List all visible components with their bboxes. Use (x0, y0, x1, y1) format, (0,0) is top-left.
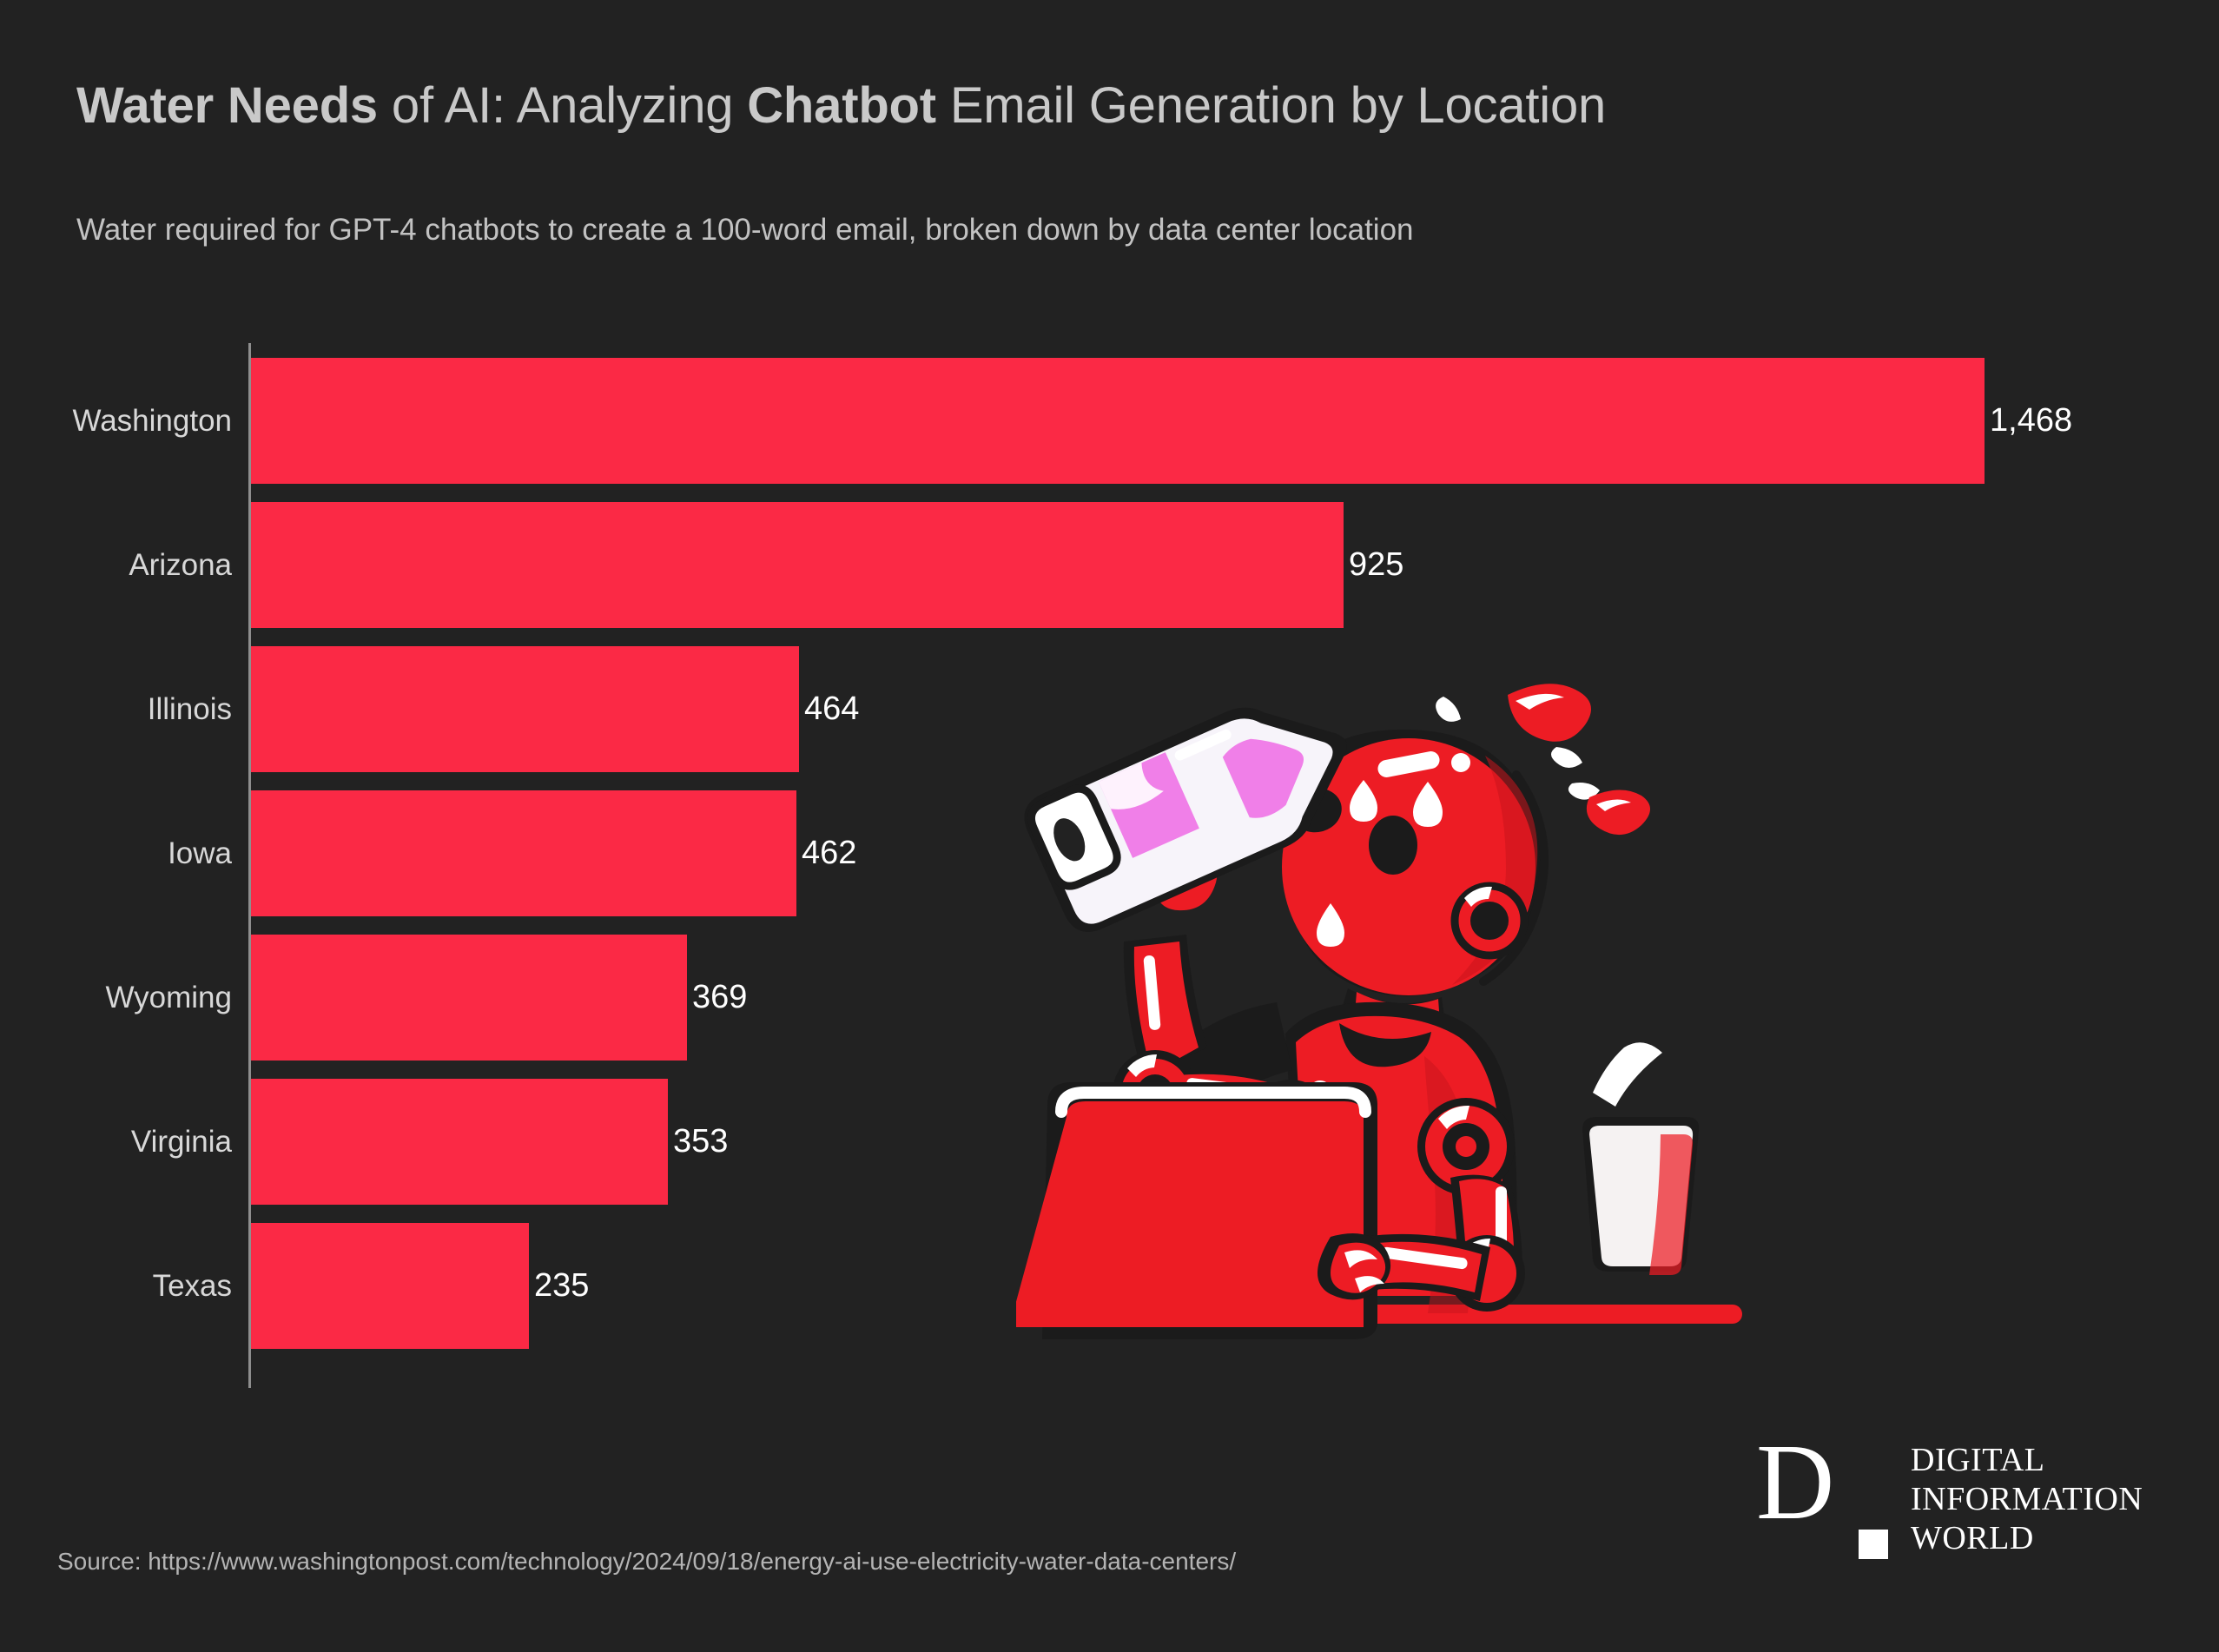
bar-value-label: 1,468 (1990, 402, 2073, 439)
logo-wordmark: DIGITAL INFORMATION WORLD (1911, 1441, 2143, 1558)
bar-value-label: 235 (534, 1267, 590, 1304)
bar-category-label: Texas (152, 1269, 232, 1303)
bar-row: Washington 1,468 (0, 358, 2219, 484)
bar-value-label: 353 (673, 1123, 729, 1160)
bar-row: Arizona 925 (0, 502, 2219, 628)
bar[interactable] (251, 646, 799, 772)
bar-category-label: Illinois (147, 692, 232, 726)
digital-information-world-logo: D DIGITAL INFORMATION WORLD (1756, 1429, 2173, 1563)
bar-category-label: Iowa (168, 836, 232, 870)
robot-drinking-water-illustration (1016, 660, 1763, 1372)
bar[interactable] (251, 1079, 668, 1205)
logo-letter-d: D (1756, 1423, 1835, 1543)
logo-line-2: INFORMATION (1911, 1481, 2143, 1517)
bar[interactable] (251, 358, 1985, 484)
bar[interactable] (251, 502, 1344, 628)
bar-value-label: 464 (804, 691, 860, 727)
bar[interactable] (251, 790, 796, 916)
logo-line-3: WORLD (1911, 1520, 2034, 1556)
bar-value-label: 925 (1349, 546, 1404, 583)
bar-category-label: Virginia (130, 1125, 232, 1159)
bar-category-label: Arizona (129, 548, 232, 582)
bar[interactable] (251, 1223, 529, 1349)
logo-line-1: DIGITAL (1911, 1442, 2045, 1478)
bar-value-label: 369 (692, 979, 748, 1015)
bar[interactable] (251, 935, 687, 1061)
logo-square-mark (1859, 1530, 1888, 1559)
bar-value-label: 462 (802, 835, 857, 871)
source-note: Source: https://www.washingtonpost.com/t… (57, 1548, 1237, 1575)
bar-category-label: Washington (72, 404, 232, 438)
bar-category-label: Wyoming (105, 981, 232, 1014)
